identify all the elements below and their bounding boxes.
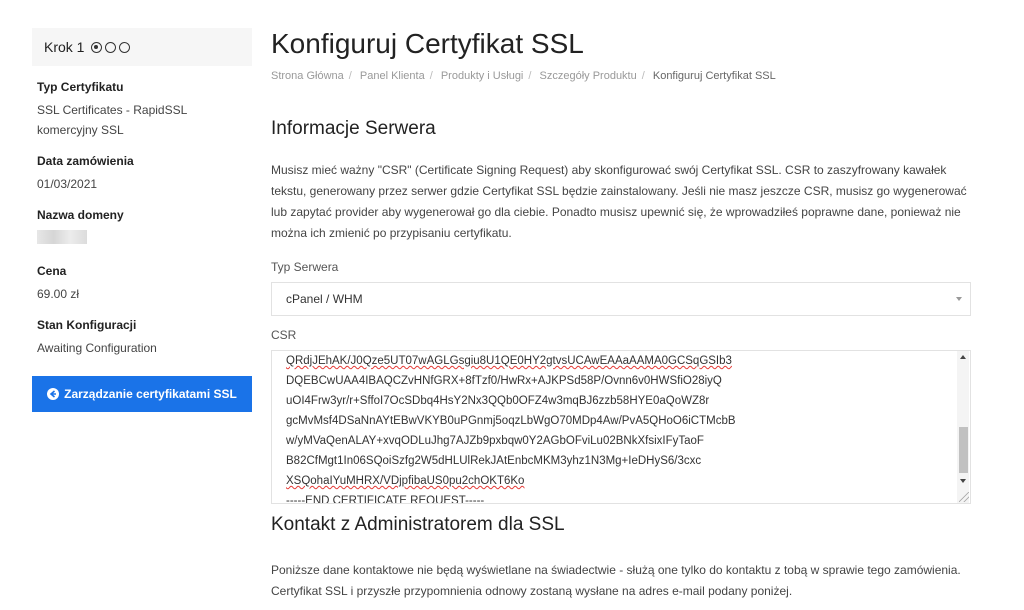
scroll-thumb[interactable] [959,427,968,473]
admin-contact-heading: Kontakt z Administratorem dla SSL [271,514,565,535]
manage-certificates-button[interactable]: Zarządzanie certyfikatami SSL [32,376,252,412]
sidebar: Krok 1 Typ Certyfikatu SSL Certificates … [32,28,252,412]
server-info-heading: Informacje Serwera [271,118,436,139]
arrow-left-circle-icon [47,388,60,400]
step-2-icon [105,41,117,53]
scroll-up-icon[interactable] [960,355,966,359]
certificate-type-value: SSL Certificates - RapidSSL komercyjny S… [37,103,187,137]
manage-certificates-label: Zarządzanie certyfikatami SSL [64,387,237,401]
csr-line: QRdjJEhAK/J0Qze5UT07wAGLGsgiu8U1QE0HY2gt… [286,355,732,367]
csr-line: w/yMVaQenALAY+xvqODLuJhg7AJZb9pxbqw0Y2AG… [286,435,704,447]
order-date-value: 01/03/2021 [37,177,98,191]
server-type-select[interactable]: cPanel / WHM [271,282,971,316]
step-label: Krok 1 [44,39,85,55]
csr-line: DQEBCwUAA4IBAQCZvHNfGRX+8fTzf0/HwRx+AJKP… [286,375,722,387]
page-title: Konfiguruj Certyfikat SSL [271,28,584,59]
csr-line: uOI4Frw3yr/r+SffoI7OcSDbq4HsY2Nx3QQb0OFZ… [286,395,710,407]
resize-handle-icon[interactable] [959,492,969,502]
csr-textarea[interactable]: QRdjJEhAK/J0Qze5UT07wAGLGsgiu8U1QE0HY2gt… [271,350,971,504]
config-status-value: Awaiting Configuration [37,341,157,355]
main-content: Konfiguruj Certyfikat SSL Strona Główna /… [271,28,973,602]
csr-line: gcMvMsf4DSaNnAYtEBwVKYB0uPGnmj5oqzLbWgO7… [286,415,736,427]
admin-contact-description: Poniższe dane kontaktowe nie będą wyświe… [271,563,961,598]
server-info-description: Musisz mieć ważny "CSR" (Certificate Sig… [271,163,967,240]
order-date-title: Data zamówienia [37,154,134,168]
csr-scrollbar[interactable] [957,351,969,503]
step-indicator: Krok 1 [32,28,252,66]
chevron-down-icon [956,297,962,301]
certificate-type-title: Typ Certyfikatu [37,80,124,94]
breadcrumb-product-details[interactable]: Szczegóły Produktu [540,70,637,82]
breadcrumb-current: Konfiguruj Certyfikat SSL [652,70,776,82]
csr-label: CSR [271,328,297,342]
scroll-down-icon[interactable] [960,479,966,483]
step-3-icon [119,41,131,53]
csr-line: B82CfMgt1In06SQoiSzfg2W5dHLUlRekJAtEnbcM… [286,455,702,467]
breadcrumb-products[interactable]: Produkty i Usługi [441,70,524,82]
csr-content: QRdjJEhAK/J0Qze5UT07wAGLGsgiu8U1QE0HY2gt… [286,351,736,504]
price-title: Cena [37,264,67,278]
config-status-title: Stan Konfiguracji [37,318,137,332]
breadcrumb: Strona Główna / Panel Klienta / Produkty i… [271,70,776,82]
domain-name-value-redacted [37,230,87,244]
price-value: 69.00 zł [37,287,80,301]
breadcrumb-home[interactable]: Strona Główna [271,70,344,82]
server-type-label: Typ Serwera [271,260,339,274]
server-type-value: cPanel / WHM [286,292,363,306]
csr-line: -----END CERTIFICATE REQUEST----- [286,495,485,504]
csr-line: XSQohaIYuMHRX/VDjpfibaUS0pu2chOKT6Ko [286,475,525,487]
breadcrumb-client-panel[interactable]: Panel Klienta [360,70,425,82]
domain-name-title: Nazwa domeny [37,208,124,222]
step-1-icon [91,41,103,53]
